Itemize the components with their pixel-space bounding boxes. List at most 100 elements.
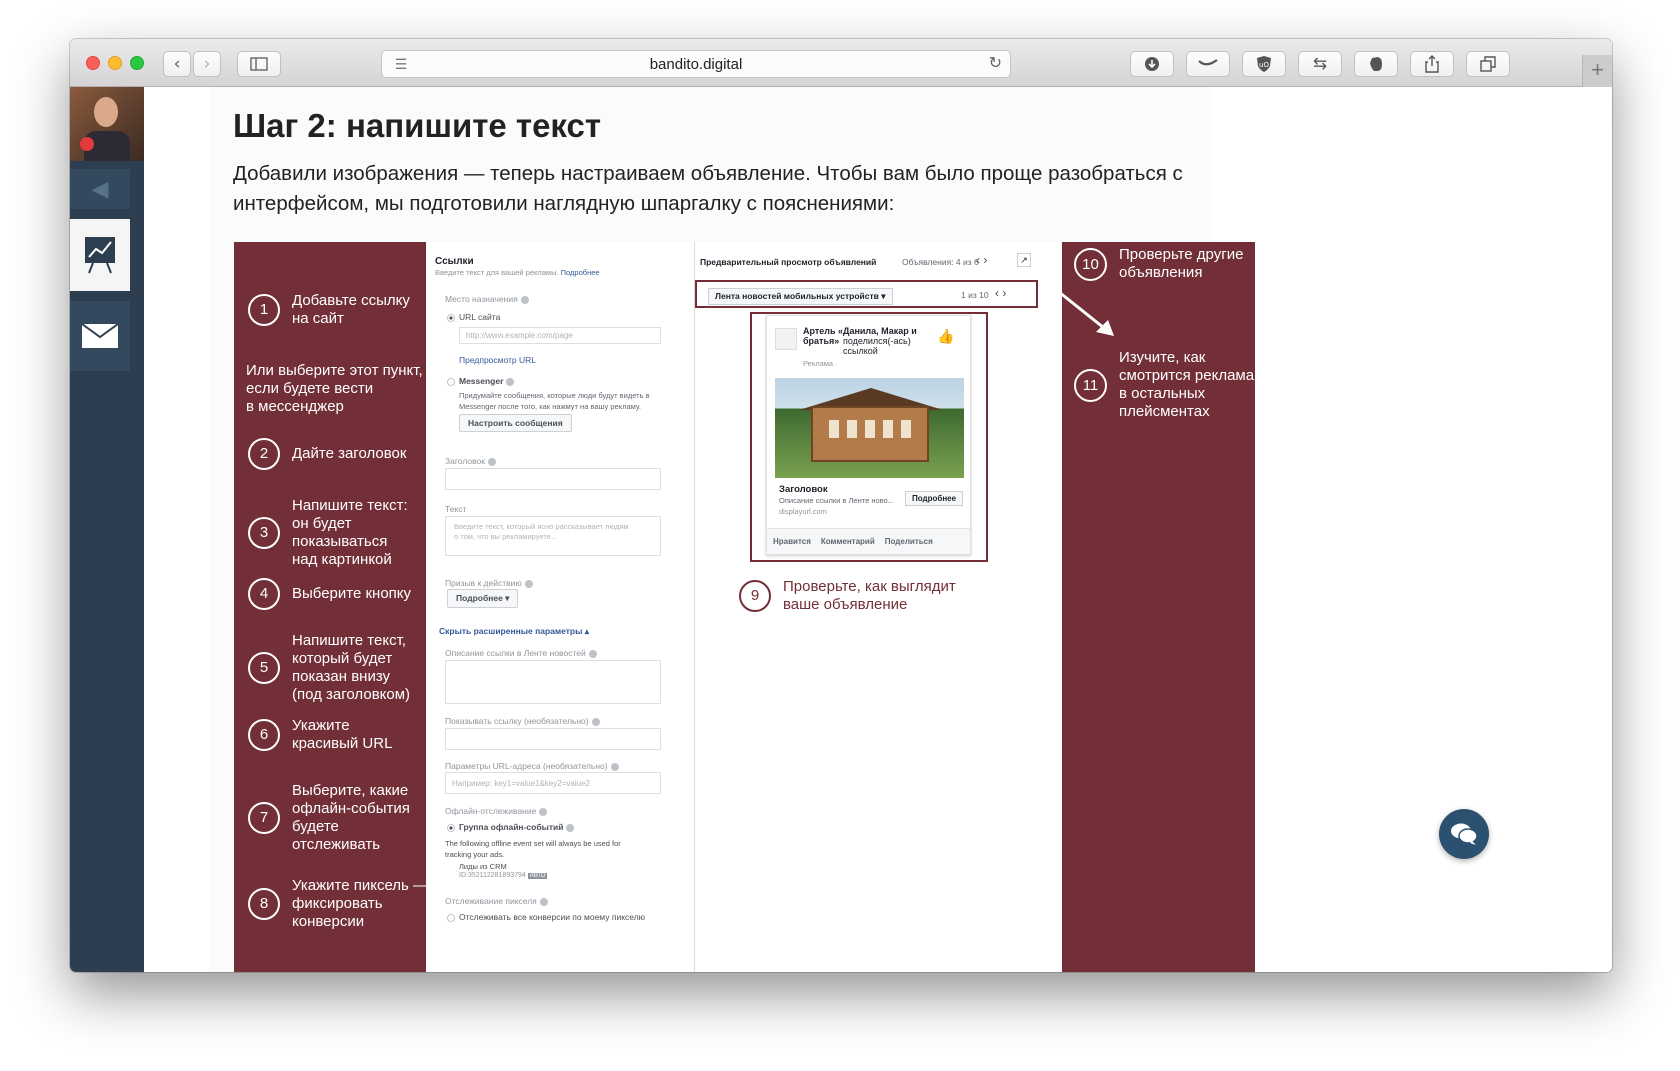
thumbs-up-icon: 👍	[937, 328, 955, 344]
right-step-11: 11 Изучите, как смотрится реклама в остал…	[1074, 349, 1254, 421]
download-icon[interactable]	[1130, 51, 1174, 77]
form-headline-input	[445, 468, 661, 490]
ad-link-description: Описание ссылки в Ленте ново...	[779, 496, 894, 505]
browser-window: ‹ › ☰ bandito.digital ↻ uO ⇆ + ◀ Шаг 2: …	[70, 39, 1612, 972]
form-destination-label: Место назначения	[445, 294, 529, 304]
step-text: Выберите кнопку	[292, 585, 412, 602]
form-cta-label: Призыв к действию	[445, 578, 533, 588]
sidebar-icon[interactable]	[237, 51, 281, 77]
arrow-icon	[1058, 290, 1114, 336]
form-messenger-hint: Придумайте сообщения, которые люди будут…	[459, 391, 650, 411]
back-icon[interactable]: ‹	[163, 51, 191, 77]
step-text: Или выберите этот пункт, если будете вес…	[246, 362, 423, 415]
minimize-window-button[interactable]	[108, 56, 122, 70]
mail-icon[interactable]	[70, 301, 130, 371]
form-url-input: http://www.example.com/page	[459, 327, 661, 344]
preview-placement-select: Лента новостей мобильных устройств ▾	[708, 288, 893, 305]
page-logo	[775, 328, 797, 350]
form-crm-leads: Лиды из CRM	[459, 862, 507, 871]
step-text: Напишите текст, который будет показан вн…	[292, 632, 411, 703]
step-number: 11	[1074, 368, 1107, 402]
chat-button[interactable]	[1439, 809, 1489, 859]
form-url-params-label: Параметры URL-адреса (необязательно)	[445, 761, 619, 771]
form-pixel-label: Отслеживание пикселя	[445, 896, 548, 906]
share-icon[interactable]	[1410, 51, 1454, 77]
form-text-label: Текст	[445, 504, 467, 514]
step-number: 7	[248, 802, 280, 834]
step-number: 4	[248, 578, 280, 610]
form-messenger-button: Настроить сообщения	[459, 414, 572, 432]
step-text: Проверьте, как выглядит ваше объявление	[783, 578, 956, 613]
left-step-7: 7 Выберите, какие офлайн-события будете о…	[248, 782, 410, 854]
form-display-link-input	[445, 728, 661, 750]
preview-counter: Объявления: 4 из 6	[902, 257, 979, 267]
ad-cta-button: Подробнее	[905, 491, 964, 506]
ad-display-url: displayurl.com	[779, 507, 827, 516]
open-external-icon: ↗	[1017, 253, 1031, 267]
address-url: bandito.digital	[649, 56, 743, 73]
browser-toolbar: ‹ › ☰ bandito.digital ↻ uO ⇆ +	[70, 39, 1612, 87]
ad-setup-infographic: Ссылки Введите текст для вашей рекламы. …	[234, 242, 1255, 972]
translate-icon[interactable]: ⇆	[1298, 51, 1342, 77]
ad-reactions-bar: Нравится Комментарий Поделиться	[767, 528, 970, 554]
form-offline-group: Группа офлайн-событий	[447, 822, 575, 832]
form-offline-label: Офлайн-отслеживание	[445, 806, 548, 816]
svg-text:uO: uO	[1259, 61, 1269, 69]
step-number: 8	[248, 888, 280, 920]
like-action: Нравится	[773, 537, 811, 546]
left-step-1: 1 Добавьте ссылку на сайт	[248, 292, 410, 328]
form-news-desc-label: Описание ссылки в Ленте новостей	[445, 648, 597, 658]
preview-title: Предварительный просмотр объявлений	[700, 257, 877, 267]
article-intro: Добавили изображения — теперь настраивае…	[233, 162, 1183, 215]
preview-step-9: 9 Проверьте, как выглядит ваше объявление	[739, 578, 956, 614]
page-title: Шаг 2: напишите текст	[233, 107, 602, 144]
step-number: 10	[1074, 247, 1107, 281]
page-content: ◀ Шаг 2: напишите текст Добавили изображ…	[70, 87, 1612, 972]
step-text: Укажите красивый URL	[292, 717, 393, 752]
preview-nav-icon: ‹ ›	[976, 253, 988, 267]
step-number: 6	[248, 719, 280, 751]
close-window-button[interactable]	[86, 56, 100, 70]
step-text: Добавьте ссылку на сайт	[292, 292, 410, 327]
share-action: Поделиться	[884, 537, 933, 546]
form-preview-url: Предпросмотр URL	[459, 355, 537, 365]
form-display-link-label: Показывать ссылку (необязательно)	[445, 716, 600, 726]
address-bar[interactable]: ☰ bandito.digital ↻	[381, 50, 1011, 78]
step-text: Укажите пиксель — фиксировать конверсии	[292, 877, 429, 930]
form-hide-advanced: Скрыть расширенные параметры ▴	[439, 626, 590, 636]
step-text: Напишите текст: он будет показываться на…	[292, 497, 408, 568]
ad-headline: Заголовок	[779, 484, 828, 495]
form-text-input: Введите текст, который ясно рассказывает…	[445, 516, 661, 556]
new-tab-icon[interactable]: +	[1582, 55, 1612, 87]
step-number: 2	[248, 438, 280, 470]
left-step-3: 3 Напишите текст: он будет показываться н…	[248, 497, 408, 569]
step-text: Проверьте другие объявления	[1119, 246, 1244, 281]
left-step-2: 2 Дайте заголовок	[248, 438, 406, 470]
form-headline-label: Заголовок	[445, 456, 496, 466]
reload-icon[interactable]: ↻	[989, 53, 1002, 75]
form-links-more: Подробнее	[560, 268, 600, 277]
left-step-4: 4 Выберите кнопку	[248, 578, 411, 610]
tabs-icon[interactable]	[1466, 51, 1510, 77]
shield-icon[interactable]: uO	[1242, 51, 1286, 77]
form-url-option: URL сайта	[447, 312, 500, 322]
form-offline-note: The following offline event set will alw…	[445, 839, 621, 859]
extension-icon[interactable]	[1186, 51, 1230, 77]
ad-form-screenshot: Ссылки Введите текст для вашей рекламы. …	[426, 242, 695, 972]
form-crm-id: ID:352112281893794 АВТО	[459, 872, 548, 879]
right-step-10: 10 Проверьте другие объявления	[1074, 246, 1243, 282]
zoom-window-button[interactable]	[130, 56, 144, 70]
forward-icon[interactable]: ›	[193, 51, 221, 77]
evernote-icon[interactable]	[1354, 51, 1398, 77]
left-step-8: 8 Укажите пиксель — фиксировать конверсии	[248, 877, 428, 931]
ad-shared-text: поделился(-ась) ссылкой	[843, 336, 911, 356]
avatar[interactable]	[70, 87, 144, 161]
form-cta-select: Подробнее ▾	[447, 589, 519, 608]
step-number: 9	[739, 580, 771, 612]
chart-icon[interactable]	[70, 219, 130, 291]
form-pixel-option: Отслеживать все конверсии по моему пиксе…	[447, 912, 645, 922]
sound-icon[interactable]: ◀	[70, 169, 130, 209]
preview-placement-counter: 1 из 10	[961, 290, 989, 300]
form-links-hint: Введите текст для вашей рекламы. Подробн…	[435, 268, 600, 277]
left-step-6: 6 Укажите красивый URL	[248, 717, 392, 753]
